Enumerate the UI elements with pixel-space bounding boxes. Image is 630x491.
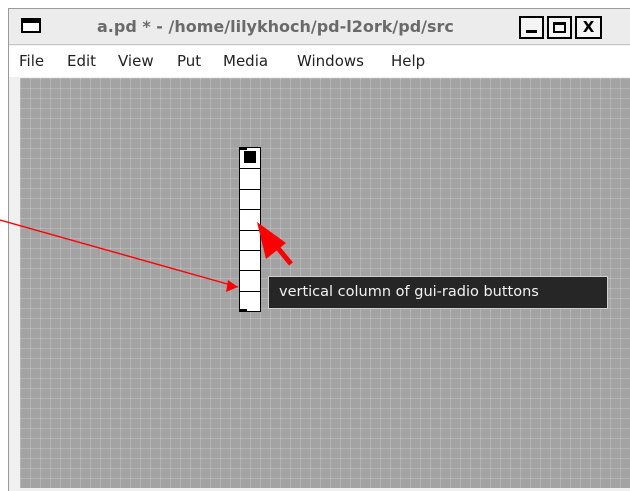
pointer-line-arrowhead	[226, 280, 238, 292]
pointer-line	[0, 219, 239, 288]
annotation-arrows	[0, 219, 293, 292]
